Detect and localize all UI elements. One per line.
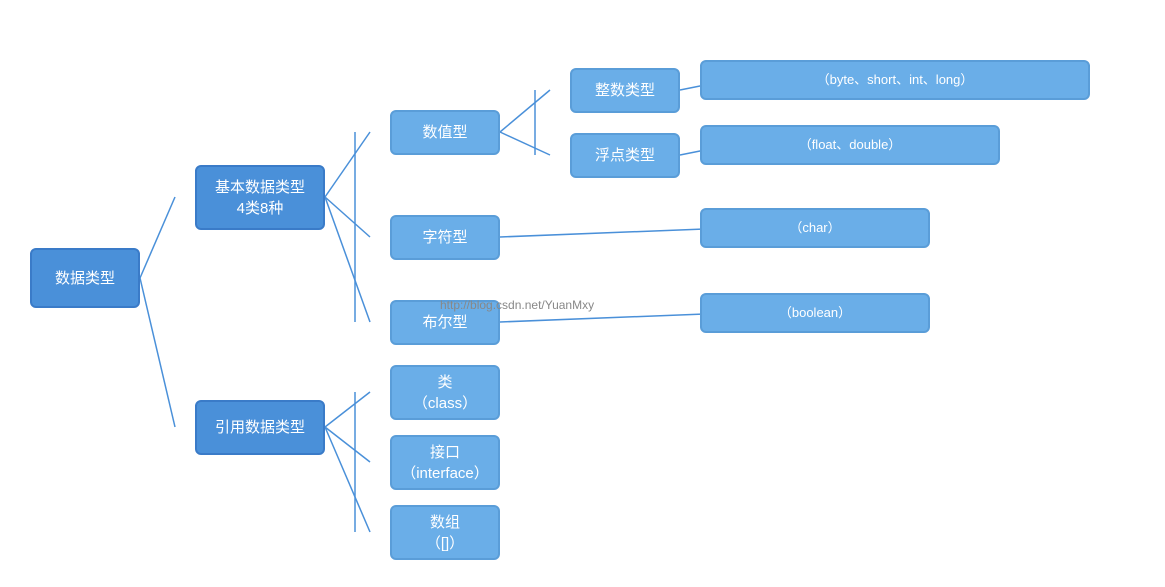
- integer-node: 整数类型: [570, 68, 680, 113]
- numeric-node: 数值型: [390, 110, 500, 155]
- int-detail-node: （byte、short、int、long）: [700, 60, 1090, 100]
- root-node: 数据类型: [30, 248, 140, 308]
- array-node: 数组 （[]）: [390, 505, 500, 560]
- watermark: http://blog.csdn.net/YuanMxy: [440, 298, 594, 312]
- char-node: 字符型: [390, 215, 500, 260]
- char-detail-node: （char）: [700, 208, 930, 248]
- float-detail-node: （float、double）: [700, 125, 1000, 165]
- bool-detail-node: （boolean）: [700, 293, 930, 333]
- float-node: 浮点类型: [570, 133, 680, 178]
- diagram-container: 数据类型 基本数据类型 4类8种 引用数据类型 数值型 字符型 布尔型 类 （c…: [0, 0, 1165, 587]
- reference-node: 引用数据类型: [195, 400, 325, 455]
- basic-node: 基本数据类型 4类8种: [195, 165, 325, 230]
- interface-node: 接口 （interface）: [390, 435, 500, 490]
- class-node: 类 （class）: [390, 365, 500, 420]
